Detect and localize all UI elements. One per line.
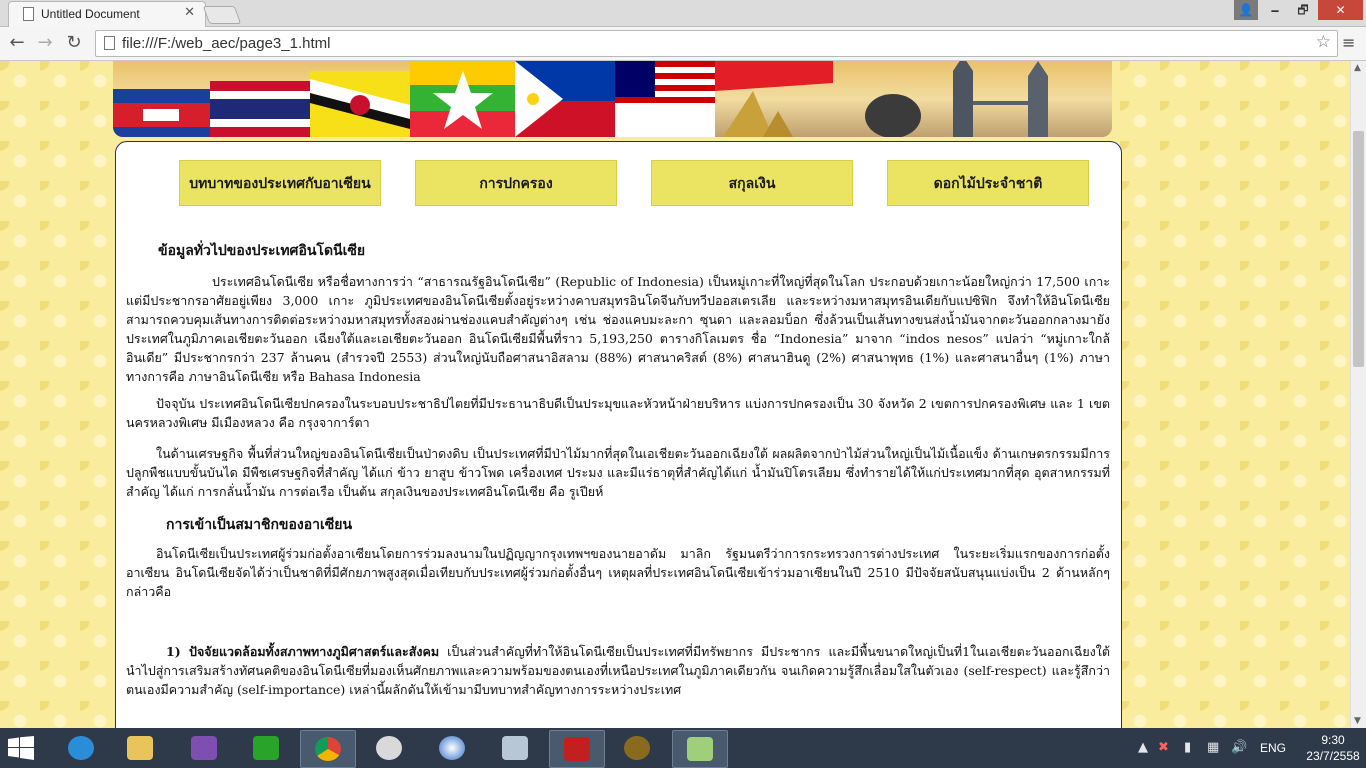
red-app-icon[interactable] [549, 730, 605, 768]
scroll-thumb[interactable] [1353, 131, 1364, 367]
scroll-down-icon[interactable]: ▼ [1354, 716, 1361, 726]
paragraph-general-info: ประเทศอินโดนีเซีย หรือชื่อทางการว่า “สาธ… [126, 274, 1110, 384]
paragraph-government: ปัจจุบัน ประเทศอินโดนีเซียปกครองในระบอบป… [126, 396, 1110, 430]
nav-government-button[interactable]: การปกครอง [415, 160, 617, 206]
internet-explorer-icon[interactable] [54, 730, 108, 766]
compass-icon[interactable] [362, 730, 416, 766]
clock-time[interactable]: 9:30 [1312, 733, 1354, 747]
volume-icon[interactable]: 🔊 [1231, 740, 1247, 755]
nav-role-asean-button[interactable]: บทบาทของประเทศกับอาเซียน [179, 160, 381, 206]
chrome-icon[interactable] [300, 730, 356, 768]
document-icon [23, 7, 34, 21]
asean-flags-banner [113, 61, 1112, 137]
monitor-icon[interactable] [488, 730, 542, 766]
banner-artwork [113, 61, 1048, 137]
browser-tab[interactable]: Untitled Document ✕ [8, 1, 206, 27]
show-hidden-icons-icon[interactable]: ▲ [1138, 740, 1148, 755]
page-icon [104, 36, 115, 50]
file-explorer-icon[interactable] [113, 730, 167, 766]
new-tab-button[interactable] [202, 6, 242, 24]
tab-close-icon[interactable]: ✕ [184, 5, 195, 20]
reload-icon[interactable]: ↻ [63, 32, 85, 54]
vertical-scrollbar[interactable]: ▲ ▼ [1350, 61, 1366, 728]
scroll-up-icon[interactable]: ▲ [1354, 63, 1361, 73]
paragraph-economy: ในด้านเศรษฐกิจ พื้นที่ส่วนใหญ่ของอินโดนี… [126, 446, 1110, 499]
usb-icon[interactable]: ▮ [1184, 740, 1191, 755]
language-indicator[interactable]: ENG [1260, 741, 1286, 755]
orb-icon[interactable] [425, 730, 479, 766]
minimize-button[interactable]: 🗕 [1262, 0, 1288, 20]
content-card: บทบาทของประเทศกับอาเซียน การปกครอง สกุลเ… [115, 141, 1122, 728]
menu-icon[interactable]: ≡ [1342, 33, 1355, 52]
tab-strip: Untitled Document ✕ 👤 🗕 🗗 ✕ [0, 0, 1366, 27]
windows-taskbar: ▲ ✖ ▮ ▦ 🔊 ENG 9:30 23/7/2558 [0, 728, 1366, 768]
user-icon[interactable]: 👤 [1234, 0, 1258, 20]
network-warning-icon[interactable]: ✖ [1158, 740, 1169, 755]
bookmark-star-icon[interactable]: ☆ [1316, 32, 1331, 52]
restore-button[interactable]: 🗗 [1290, 0, 1316, 20]
nav-currency-button[interactable]: สกุลเงิน [651, 160, 853, 206]
network-icon[interactable]: ▦ [1207, 740, 1219, 755]
factor-1-lead: 1) ปัจจัยแวดล้อมทั้งสภาพทางภูมิศาสตร์และ… [166, 644, 440, 659]
tab-title: Untitled Document [41, 7, 140, 21]
drive-icon[interactable] [672, 730, 728, 768]
back-icon[interactable]: ← [6, 32, 28, 54]
section-heading-general: ข้อมูลทั่วไปของประเทศอินโดนีเซีย [158, 243, 366, 259]
hon-icon[interactable] [610, 730, 664, 766]
nav-national-flower-button[interactable]: ดอกไม้ประจำชาติ [887, 160, 1089, 206]
store-icon[interactable] [239, 730, 293, 766]
clock-date[interactable]: 23/7/2558 [1300, 749, 1366, 763]
window-close-button[interactable]: ✕ [1318, 0, 1363, 20]
forward-icon[interactable]: → [34, 32, 56, 54]
browser-toolbar: ← → ↻ ☆ ≡ [0, 27, 1366, 61]
page-viewport: บทบาทของประเทศกับอาเซียน การปกครอง สกุลเ… [0, 61, 1350, 728]
section-heading-asean-membership: การเข้าเป็นสมาชิกของอาเซียน [166, 517, 353, 533]
windows-start-icon[interactable] [8, 736, 34, 760]
paragraph-factor-1: 1) ปัจจัยแวดล้อมทั้งสภาพทางภูมิศาสตร์และ… [126, 642, 1110, 699]
url-input[interactable] [120, 33, 1304, 54]
visual-studio-icon[interactable] [177, 730, 231, 766]
address-bar[interactable]: ☆ [95, 30, 1338, 57]
paragraph-asean-membership: อินโดนีเซียเป็นประเทศผู้ร่วมก่อตั้งอาเซี… [126, 546, 1110, 599]
